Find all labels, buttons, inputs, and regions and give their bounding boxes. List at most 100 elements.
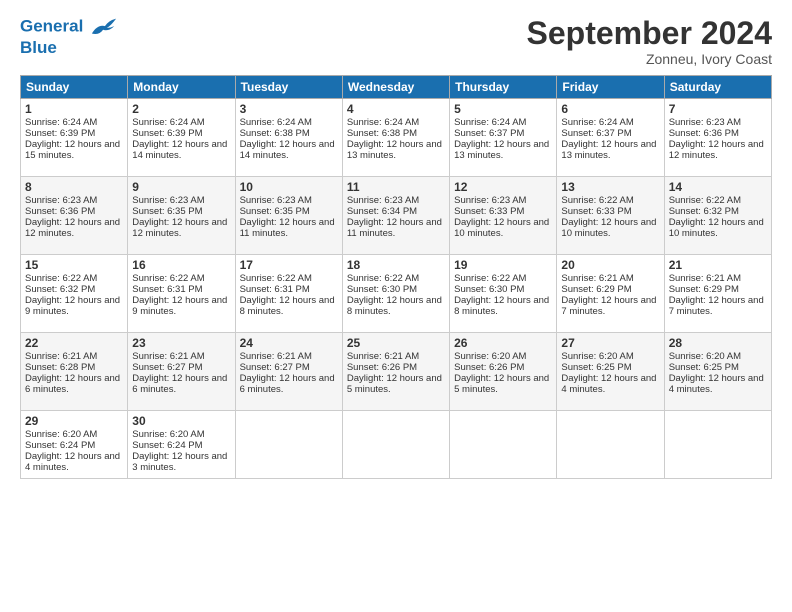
sunset-text: Sunset: 6:33 PM <box>561 206 631 217</box>
sunrise-text: Sunrise: 6:24 AM <box>454 117 526 128</box>
calendar-cell: 26 Sunrise: 6:20 AM Sunset: 6:26 PM Dayl… <box>450 333 557 411</box>
sunset-text: Sunset: 6:33 PM <box>454 206 524 217</box>
sunset-text: Sunset: 6:29 PM <box>669 284 739 295</box>
sunset-text: Sunset: 6:26 PM <box>347 362 417 373</box>
daylight-text: Daylight: 12 hours and 9 minutes. <box>132 295 227 317</box>
daylight-text: Daylight: 12 hours and 14 minutes. <box>132 139 227 161</box>
sunset-text: Sunset: 6:31 PM <box>240 284 310 295</box>
calendar-body: 1 Sunrise: 6:24 AM Sunset: 6:39 PM Dayli… <box>21 99 772 479</box>
calendar-cell: 4 Sunrise: 6:24 AM Sunset: 6:38 PM Dayli… <box>342 99 449 177</box>
header: General Blue September 2024 Zonneu, Ivor… <box>20 16 772 67</box>
sunset-text: Sunset: 6:25 PM <box>561 362 631 373</box>
sunset-text: Sunset: 6:32 PM <box>669 206 739 217</box>
calendar-cell: 22 Sunrise: 6:21 AM Sunset: 6:28 PM Dayl… <box>21 333 128 411</box>
day-number: 2 <box>132 102 230 116</box>
daylight-text: Daylight: 12 hours and 13 minutes. <box>454 139 549 161</box>
sunrise-text: Sunrise: 6:24 AM <box>561 117 633 128</box>
daylight-text: Daylight: 12 hours and 12 minutes. <box>132 217 227 239</box>
page: General Blue September 2024 Zonneu, Ivor… <box>0 0 792 612</box>
daylight-text: Daylight: 12 hours and 13 minutes. <box>347 139 442 161</box>
sunset-text: Sunset: 6:35 PM <box>132 206 202 217</box>
daylight-text: Daylight: 12 hours and 6 minutes. <box>240 373 335 395</box>
day-of-week-header: Sunday <box>21 76 128 99</box>
day-of-week-header: Monday <box>128 76 235 99</box>
calendar-cell <box>557 411 664 479</box>
calendar-cell: 8 Sunrise: 6:23 AM Sunset: 6:36 PM Dayli… <box>21 177 128 255</box>
sunset-text: Sunset: 6:39 PM <box>25 128 95 139</box>
calendar-header-row: SundayMondayTuesdayWednesdayThursdayFrid… <box>21 76 772 99</box>
calendar-cell: 2 Sunrise: 6:24 AM Sunset: 6:39 PM Dayli… <box>128 99 235 177</box>
day-of-week-header: Thursday <box>450 76 557 99</box>
calendar-cell: 18 Sunrise: 6:22 AM Sunset: 6:30 PM Dayl… <box>342 255 449 333</box>
daylight-text: Daylight: 12 hours and 14 minutes. <box>240 139 335 161</box>
sunrise-text: Sunrise: 6:22 AM <box>240 273 312 284</box>
day-number: 25 <box>347 336 445 350</box>
daylight-text: Daylight: 12 hours and 12 minutes. <box>25 217 120 239</box>
day-number: 19 <box>454 258 552 272</box>
day-number: 10 <box>240 180 338 194</box>
calendar-cell: 13 Sunrise: 6:22 AM Sunset: 6:33 PM Dayl… <box>557 177 664 255</box>
sunset-text: Sunset: 6:24 PM <box>25 440 95 451</box>
calendar-cell: 29 Sunrise: 6:20 AM Sunset: 6:24 PM Dayl… <box>21 411 128 479</box>
sunrise-text: Sunrise: 6:24 AM <box>347 117 419 128</box>
calendar-cell: 28 Sunrise: 6:20 AM Sunset: 6:25 PM Dayl… <box>664 333 771 411</box>
calendar-cell: 11 Sunrise: 6:23 AM Sunset: 6:34 PM Dayl… <box>342 177 449 255</box>
day-number: 15 <box>25 258 123 272</box>
calendar-cell: 15 Sunrise: 6:22 AM Sunset: 6:32 PM Dayl… <box>21 255 128 333</box>
daylight-text: Daylight: 12 hours and 11 minutes. <box>240 217 335 239</box>
day-number: 14 <box>669 180 767 194</box>
calendar-cell: 6 Sunrise: 6:24 AM Sunset: 6:37 PM Dayli… <box>557 99 664 177</box>
calendar-cell: 10 Sunrise: 6:23 AM Sunset: 6:35 PM Dayl… <box>235 177 342 255</box>
daylight-text: Daylight: 12 hours and 6 minutes. <box>25 373 120 395</box>
day-number: 3 <box>240 102 338 116</box>
daylight-text: Daylight: 12 hours and 8 minutes. <box>347 295 442 317</box>
day-number: 29 <box>25 414 123 428</box>
daylight-text: Daylight: 12 hours and 13 minutes. <box>561 139 656 161</box>
sunrise-text: Sunrise: 6:22 AM <box>454 273 526 284</box>
sunset-text: Sunset: 6:30 PM <box>347 284 417 295</box>
day-of-week-header: Friday <box>557 76 664 99</box>
calendar-cell: 19 Sunrise: 6:22 AM Sunset: 6:30 PM Dayl… <box>450 255 557 333</box>
sunset-text: Sunset: 6:27 PM <box>240 362 310 373</box>
day-of-week-header: Saturday <box>664 76 771 99</box>
calendar-cell: 7 Sunrise: 6:23 AM Sunset: 6:36 PM Dayli… <box>664 99 771 177</box>
calendar-cell: 30 Sunrise: 6:20 AM Sunset: 6:24 PM Dayl… <box>128 411 235 479</box>
calendar-cell: 5 Sunrise: 6:24 AM Sunset: 6:37 PM Dayli… <box>450 99 557 177</box>
sunset-text: Sunset: 6:31 PM <box>132 284 202 295</box>
sunrise-text: Sunrise: 6:24 AM <box>240 117 312 128</box>
logo-general: General <box>20 16 83 35</box>
sunrise-text: Sunrise: 6:21 AM <box>669 273 741 284</box>
sunset-text: Sunset: 6:36 PM <box>25 206 95 217</box>
day-number: 1 <box>25 102 123 116</box>
calendar-cell <box>235 411 342 479</box>
calendar-cell: 27 Sunrise: 6:20 AM Sunset: 6:25 PM Dayl… <box>557 333 664 411</box>
sunrise-text: Sunrise: 6:20 AM <box>454 351 526 362</box>
daylight-text: Daylight: 12 hours and 10 minutes. <box>561 217 656 239</box>
day-number: 5 <box>454 102 552 116</box>
location: Zonneu, Ivory Coast <box>527 51 772 67</box>
daylight-text: Daylight: 12 hours and 7 minutes. <box>669 295 764 317</box>
sunrise-text: Sunrise: 6:22 AM <box>669 195 741 206</box>
day-number: 18 <box>347 258 445 272</box>
calendar-cell <box>342 411 449 479</box>
day-number: 17 <box>240 258 338 272</box>
calendar-cell: 12 Sunrise: 6:23 AM Sunset: 6:33 PM Dayl… <box>450 177 557 255</box>
daylight-text: Daylight: 12 hours and 12 minutes. <box>669 139 764 161</box>
sunrise-text: Sunrise: 6:22 AM <box>561 195 633 206</box>
sunrise-text: Sunrise: 6:23 AM <box>454 195 526 206</box>
calendar-cell: 24 Sunrise: 6:21 AM Sunset: 6:27 PM Dayl… <box>235 333 342 411</box>
calendar-cell: 23 Sunrise: 6:21 AM Sunset: 6:27 PM Dayl… <box>128 333 235 411</box>
calendar-cell: 21 Sunrise: 6:21 AM Sunset: 6:29 PM Dayl… <box>664 255 771 333</box>
day-number: 4 <box>347 102 445 116</box>
sunset-text: Sunset: 6:27 PM <box>132 362 202 373</box>
day-number: 28 <box>669 336 767 350</box>
sunset-text: Sunset: 6:36 PM <box>669 128 739 139</box>
sunrise-text: Sunrise: 6:23 AM <box>669 117 741 128</box>
daylight-text: Daylight: 12 hours and 8 minutes. <box>240 295 335 317</box>
calendar-cell: 25 Sunrise: 6:21 AM Sunset: 6:26 PM Dayl… <box>342 333 449 411</box>
sunset-text: Sunset: 6:35 PM <box>240 206 310 217</box>
calendar-cell: 1 Sunrise: 6:24 AM Sunset: 6:39 PM Dayli… <box>21 99 128 177</box>
calendar-cell <box>450 411 557 479</box>
daylight-text: Daylight: 12 hours and 5 minutes. <box>454 373 549 395</box>
daylight-text: Daylight: 12 hours and 11 minutes. <box>347 217 442 239</box>
